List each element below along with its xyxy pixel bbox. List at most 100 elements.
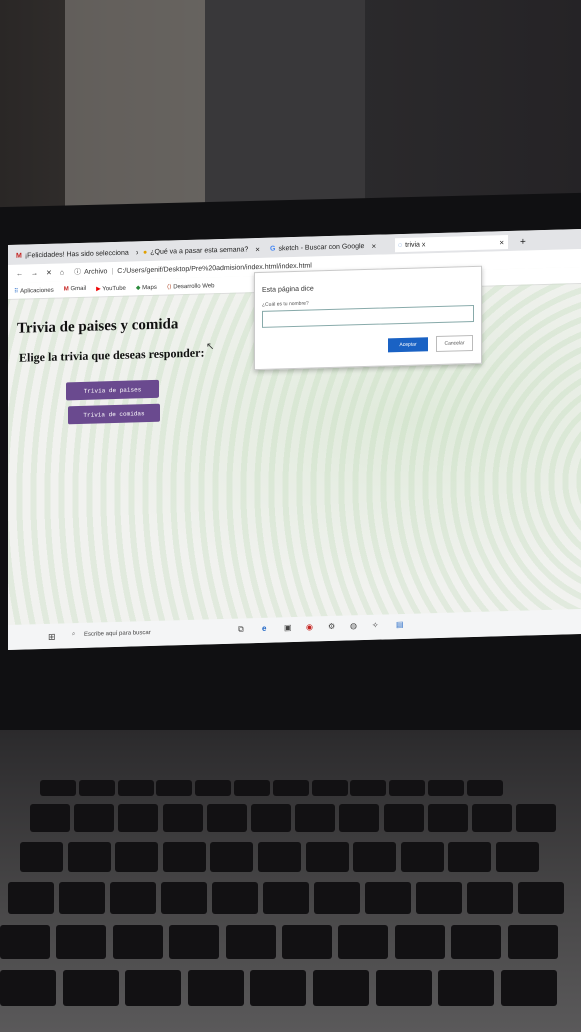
prompt-dialog: Esta página dice ¿Cuál es tu nombre? Ace…: [254, 265, 482, 371]
keyboard-key: [161, 882, 207, 914]
google-icon: G: [270, 245, 276, 253]
laptop-screen: M ¡Felicidades! Has sido selecciona × ● …: [8, 228, 581, 650]
vscode-icon[interactable]: ▤: [396, 620, 404, 629]
accept-button[interactable]: Aceptar: [388, 337, 428, 353]
keyboard-key: [427, 804, 468, 832]
keyboard-key: [282, 925, 332, 959]
keyboard-key: [500, 970, 557, 1006]
media-icon[interactable]: ◍: [350, 621, 357, 630]
bookmark-desarrollo[interactable]: ⟨⟩ Desarrollo Web: [167, 282, 215, 290]
keyboard-key: [353, 842, 397, 872]
close-icon[interactable]: ×: [255, 244, 260, 253]
tab-trivia[interactable]: ◌ trivia x ×: [395, 235, 508, 253]
tab-gmail[interactable]: M ¡Felicidades! Has sido selecciona ×: [16, 245, 138, 262]
trivia-comidas-button[interactable]: Trivia de comidas: [68, 403, 160, 425]
cancel-button[interactable]: Cancelar: [436, 335, 473, 353]
bookmark-youtube[interactable]: ▶ YouTube: [96, 284, 126, 292]
tab-label: ¿Qué va a pasar esta semana?: [150, 245, 249, 256]
emoji-icon: ●: [143, 248, 148, 256]
address-prefix: Archivo: [84, 267, 108, 276]
tab-google[interactable]: G sketch - Buscar con Google ×: [270, 238, 388, 255]
name-input[interactable]: [262, 304, 474, 328]
bookmark-gmail[interactable]: M Gmail: [64, 286, 86, 293]
keyboard-key: [350, 780, 387, 796]
shelf-background-dark: [205, 0, 365, 205]
keyboard-key: [365, 882, 411, 914]
keyboard-key: [169, 925, 220, 959]
keyboard-key: [400, 842, 444, 872]
keyboard-key: [428, 780, 464, 796]
keyboard-key: [305, 842, 349, 872]
keyboard-key: [195, 780, 232, 796]
close-icon[interactable]: ×: [499, 238, 504, 247]
tab-semana[interactable]: ● ¿Qué va a pasar esta semana? ×: [143, 242, 261, 259]
maps-icon: ◆: [135, 284, 141, 291]
keyboard-key: [117, 780, 154, 796]
dialog-title: Esta página dice: [262, 285, 314, 294]
keyboard-key: [67, 842, 111, 872]
page-content: Trivia de paises y comida Elige la trivi…: [8, 265, 581, 629]
chrome-icon[interactable]: ◉: [306, 622, 313, 631]
gmail-icon: M: [63, 286, 69, 293]
keyboard-key: [8, 882, 54, 914]
keyboard-key: [338, 925, 389, 959]
keyboard-key: [375, 970, 432, 1006]
keyboard-key: [162, 842, 206, 872]
keyboard-key: [507, 925, 558, 959]
address-separator: |: [111, 267, 114, 275]
keyboard-key: [389, 780, 426, 796]
windows-start-icon[interactable]: ⊞: [48, 632, 56, 643]
keyboard-key: [451, 925, 502, 959]
new-tab-button[interactable]: +: [520, 235, 526, 249]
plus-icon[interactable]: +: [520, 236, 526, 247]
tab-label: sketch - Buscar con Google: [278, 242, 365, 252]
keyboard-key: [466, 780, 503, 796]
keyboard-key: [78, 780, 115, 796]
dialog-question: ¿Cuál es tu nombre?: [262, 300, 309, 308]
keyboard-key: [118, 804, 159, 832]
task-view-icon[interactable]: ⧉: [238, 624, 244, 634]
shelf-background: [65, 0, 205, 210]
home-icon[interactable]: ⌂: [60, 269, 64, 276]
keyboard-key: [394, 925, 445, 959]
keyboard-key: [251, 804, 291, 832]
trivia-paises-button[interactable]: Trivia de paises: [66, 379, 159, 401]
keyboard-key: [472, 804, 512, 832]
taskbar-search-input[interactable]: Escribe aquí para buscar: [84, 630, 151, 638]
keyboard-key: [20, 842, 63, 872]
keyboard-key: [234, 780, 270, 796]
keyboard-key: [110, 882, 156, 914]
apps-grid-icon: ⠿: [14, 288, 19, 295]
app-icon[interactable]: ⚙: [328, 622, 335, 631]
keyboard-key: [295, 804, 336, 832]
keyboard-key: [258, 842, 301, 872]
stop-icon[interactable]: ✕: [46, 269, 52, 277]
close-icon[interactable]: ×: [371, 241, 376, 250]
mouse-cursor-icon: ↖: [206, 341, 215, 353]
keyboard-key: [314, 882, 360, 914]
edge-icon[interactable]: e: [262, 624, 266, 633]
store-icon[interactable]: ▣: [284, 623, 292, 632]
bookmark-maps[interactable]: ◆ Maps: [136, 283, 157, 291]
info-icon: ⓘ: [74, 268, 82, 277]
keyboard-key: [212, 882, 258, 914]
keyboard-key: [263, 882, 309, 914]
keyboard-key: [225, 925, 276, 959]
bookmark-apps[interactable]: ⠿ Aplicaciones: [14, 286, 54, 294]
back-icon[interactable]: ←: [16, 270, 23, 277]
keyboard-key: [0, 970, 56, 1006]
app2-icon[interactable]: ✧: [372, 621, 379, 630]
keyboard-key: [206, 804, 247, 832]
keyboard-key: [62, 970, 119, 1006]
keyboard-key: [518, 882, 564, 914]
keyboard-key: [272, 780, 309, 796]
keyboard: [0, 770, 581, 1032]
keyboard-key: [187, 970, 244, 1006]
close-icon[interactable]: ×: [136, 248, 138, 257]
keyboard-key: [210, 842, 254, 872]
keyboard-key: [416, 882, 462, 914]
keyboard-key: [125, 970, 182, 1006]
keyboard-key: [56, 925, 107, 959]
forward-icon[interactable]: →: [31, 270, 38, 277]
keyboard-key: [496, 842, 539, 872]
